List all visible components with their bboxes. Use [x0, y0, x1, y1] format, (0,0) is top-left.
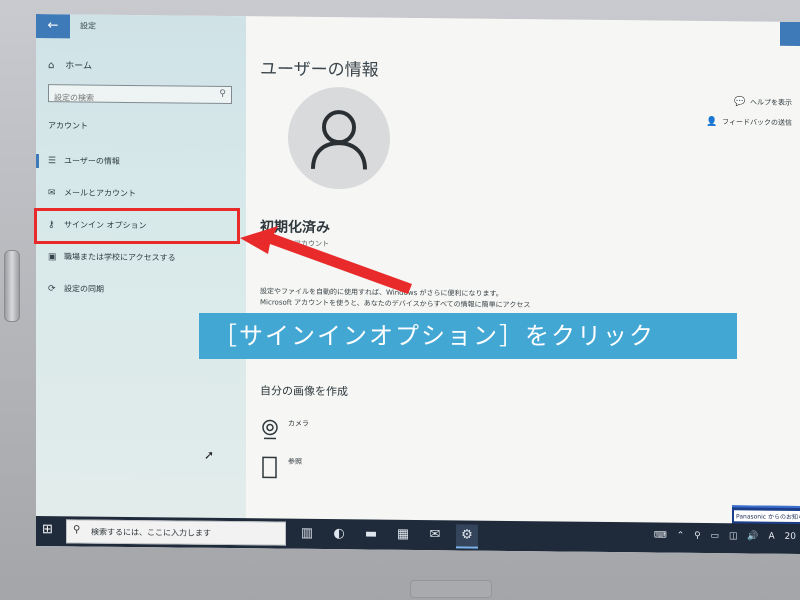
edge-browser-icon[interactable]: ◐ — [328, 523, 350, 545]
feedback-label: フィードバックの送信 — [722, 118, 792, 127]
settings-search-box: ⚲ — [48, 84, 232, 108]
store-icon[interactable]: ▦ — [392, 524, 414, 546]
sync-icon: ⟳ — [48, 284, 56, 295]
laptop-hinge — [4, 250, 20, 322]
camera-icon — [260, 418, 280, 440]
mail-icon: ✉ — [48, 188, 56, 199]
battery-icon[interactable]: ▭ — [711, 531, 720, 541]
network-icon[interactable]: ◫ — [729, 531, 738, 541]
settings-app-icon[interactable]: ⚙ — [456, 524, 478, 549]
system-tray: ⌨ ⌃ ⚲ ▭ ◫ 🔊 A 20 — [647, 530, 796, 542]
create-picture-heading: 自分の画像を作成 — [260, 384, 348, 399]
help-link[interactable]: 💬 ヘルプを表示 — [734, 97, 792, 108]
task-view-icon[interactable]: ▥ — [296, 523, 318, 545]
clock[interactable]: 20 — [785, 532, 796, 542]
browse-file-icon — [260, 456, 280, 479]
file-explorer-icon[interactable]: ▬ — [360, 523, 382, 545]
taskbar-search-placeholder: 検索するには、ここに入力します — [91, 527, 211, 538]
briefcase-icon: ▣ — [48, 252, 57, 263]
ime-indicator[interactable]: A — [769, 532, 775, 542]
feedback-link[interactable]: 👤 フィードバックの送信 — [706, 117, 792, 128]
help-icon: 💬 — [734, 97, 746, 108]
sidebar-item-mail-accounts[interactable]: ✉ メールとアカウント — [48, 184, 136, 203]
sidebar-item-label: 職場または学校にアクセスする — [64, 252, 176, 263]
location-icon[interactable]: ⚲ — [694, 531, 701, 541]
window-controls[interactable] — [780, 21, 800, 47]
app-title: 設定 — [80, 21, 96, 31]
keyboard-icon[interactable]: ⌨ — [654, 530, 667, 540]
nav-home-label: ホーム — [65, 61, 92, 72]
feedback-icon: 👤 — [706, 117, 718, 128]
sidebar-item-user-info[interactable]: ☰ ユーザーの情報 — [48, 152, 120, 171]
title-bar: ← 設定 — [36, 13, 246, 40]
notification-text: Panasonic からのお知らせ — [734, 510, 800, 523]
sign-in-options-highlight — [34, 208, 240, 244]
laptop-latch — [410, 580, 492, 598]
home-icon: ⌂ — [48, 60, 55, 72]
page-title: ユーザーの情報 — [260, 59, 379, 81]
user-silhouette-icon — [311, 110, 367, 170]
settings-search-input[interactable] — [49, 89, 204, 108]
sidebar-item-label: メールとアカウント — [64, 188, 136, 199]
sidebar-item-access-work-school[interactable]: ▣ 職場または学校にアクセスする — [48, 248, 176, 267]
volume-icon[interactable]: 🔊 — [747, 531, 758, 541]
help-label: ヘルプを表示 — [750, 98, 792, 107]
sidebar-item-sync-settings[interactable]: ⟳ 設定の同期 — [48, 280, 104, 299]
sidebar-item-label: 設定の同期 — [64, 284, 104, 294]
nav-home-link[interactable]: ⌂ ホーム — [48, 58, 92, 71]
search-icon: ⚲ — [73, 524, 81, 536]
search-icon: ⚲ — [219, 88, 226, 99]
camera-label: カメラ — [288, 419, 309, 428]
mouse-cursor-icon: ➚ — [204, 448, 215, 462]
start-button[interactable]: ⊞ — [42, 522, 58, 538]
back-arrow-icon: ← — [47, 18, 59, 34]
windows-logo-icon: ⊞ — [42, 522, 53, 538]
nav-section-heading: アカウント — [48, 121, 88, 131]
instruction-callout: ［サインインオプション］をクリック — [199, 313, 737, 359]
user-info-icon: ☰ — [48, 156, 57, 167]
notification-chevron-icon[interactable]: ⌃ — [677, 531, 685, 541]
mail-app-icon[interactable]: ✉ — [424, 524, 446, 546]
back-button[interactable]: ← — [36, 13, 70, 39]
settings-nav-pane: ← 設定 ⌂ ホーム ⚲ アカウント ☰ユーザーの情報 ✉メールとアカウント ⚷… — [36, 13, 246, 519]
browse-label: 参照 — [288, 457, 302, 466]
pointer-arrow-icon — [240, 226, 412, 294]
avatar — [288, 86, 390, 190]
sidebar-item-label: ユーザーの情報 — [64, 156, 120, 166]
taskbar-search-box[interactable]: ⚲ 検索するには、ここに入力します — [66, 519, 286, 546]
